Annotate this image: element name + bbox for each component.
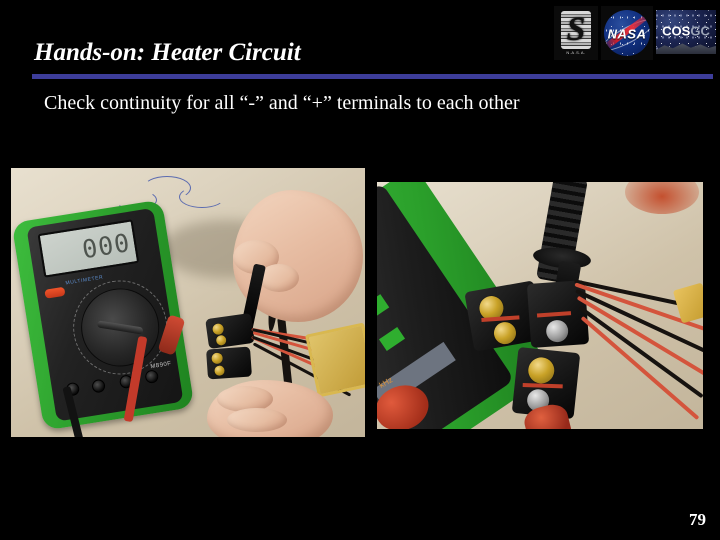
nasa-meatball-sphere: NASA [604, 10, 650, 56]
silver-striped-logo: S N.A.S.A. [554, 6, 598, 60]
silver-logo-body: S [561, 11, 591, 49]
terminal-block-2 [206, 346, 252, 380]
slide-body-text: Check continuity for all “-” and “+” ter… [44, 92, 520, 114]
multimeter-display-value: 000 [80, 227, 133, 264]
page-number: 79 [689, 510, 706, 529]
closeup-screw-4 [526, 356, 556, 385]
closeup-screw-3 [545, 319, 569, 343]
nasa-meatball-logo: NASA [601, 6, 653, 60]
cosgc-text-primary: COS [662, 23, 691, 39]
terminal-block-1 [205, 312, 255, 350]
multimeter-jack-vomega [144, 369, 160, 385]
terminal-screw-1b [215, 334, 227, 346]
silver-logo-letter: S [566, 11, 586, 48]
closeup-screw-2 [492, 320, 518, 346]
terminal-screw-2b [214, 365, 225, 377]
slide: S N.A.S.A. NASA COSGC Hands-on: Heater C… [0, 0, 720, 540]
blue-wire-loop-2 [179, 186, 225, 208]
photo-multimeter-overview: 000 MULTIMETER M890F [11, 168, 365, 437]
slide-title: Hands-on: Heater Circuit [34, 39, 301, 66]
cosgc-text-secondary: GC [690, 23, 710, 39]
logo-bar: S N.A.S.A. NASA COSGC [554, 6, 716, 60]
digital-multimeter: 000 MULTIMETER M890F [11, 199, 195, 431]
cosgc-logo: COSGC [656, 10, 716, 54]
nasa-wordmark: NASA [607, 26, 647, 42]
closeup-red-strip-2 [536, 311, 572, 318]
multimeter-jack-ma [91, 378, 106, 394]
silver-logo-caption: N.A.S.A. [566, 50, 586, 55]
terminal-screw-1a [211, 322, 225, 336]
multimeter-power-button[interactable] [44, 286, 66, 299]
photo-terminal-closeup: kHz [377, 182, 703, 429]
cosgc-wordmark: COSGC [662, 23, 710, 38]
finger-lower-2 [227, 408, 287, 432]
closeup-red-strip-3 [522, 382, 563, 389]
title-divider [32, 74, 713, 79]
terminal-screw-2a [211, 352, 224, 365]
multimeter-lcd-display: 000 [37, 219, 140, 278]
